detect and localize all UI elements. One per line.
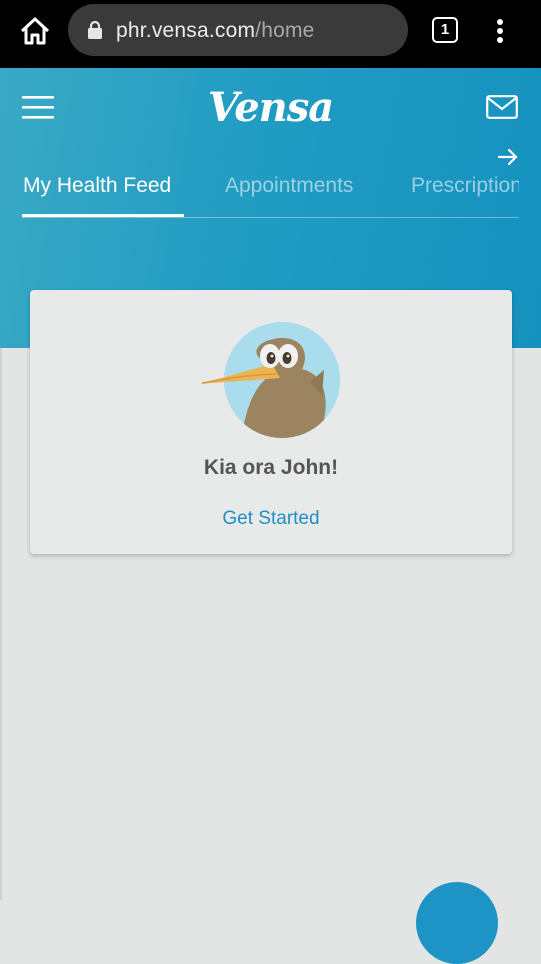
tab-prescriptions[interactable]: Prescriptions — [411, 174, 519, 198]
browser-toolbar: phr.vensa.com/home 1 — [0, 0, 541, 68]
url-bar[interactable]: phr.vensa.com/home — [68, 4, 408, 56]
get-started-link[interactable]: Get Started — [30, 508, 512, 530]
tab-switcher-icon[interactable]: 1 — [432, 17, 458, 43]
url-path: /home — [255, 19, 315, 42]
arrow-right-icon[interactable] — [497, 148, 519, 166]
mail-icon[interactable] — [486, 95, 518, 119]
brand-logo: Vensa — [207, 84, 334, 131]
tab-prescriptions-clip: Prescriptions — [400, 174, 519, 218]
greeting-text: Kia ora John! — [203, 456, 339, 479]
tab-my-health-feed[interactable]: My Health Feed — [23, 174, 171, 198]
add-fab[interactable] — [416, 882, 498, 964]
welcome-card: Kia ora John! Get Started — [30, 290, 512, 554]
more-vert-icon[interactable] — [490, 16, 510, 46]
lock-icon — [88, 20, 102, 39]
url-text: phr.vensa.com/home — [116, 19, 315, 43]
url-host: phr.vensa.com — [116, 19, 256, 42]
tab-divider — [22, 217, 519, 218]
home-icon[interactable] — [18, 14, 52, 48]
kiwi-bird-avatar — [200, 322, 340, 438]
tab-appointments[interactable]: Appointments — [225, 174, 353, 198]
active-tab-indicator — [22, 214, 184, 217]
